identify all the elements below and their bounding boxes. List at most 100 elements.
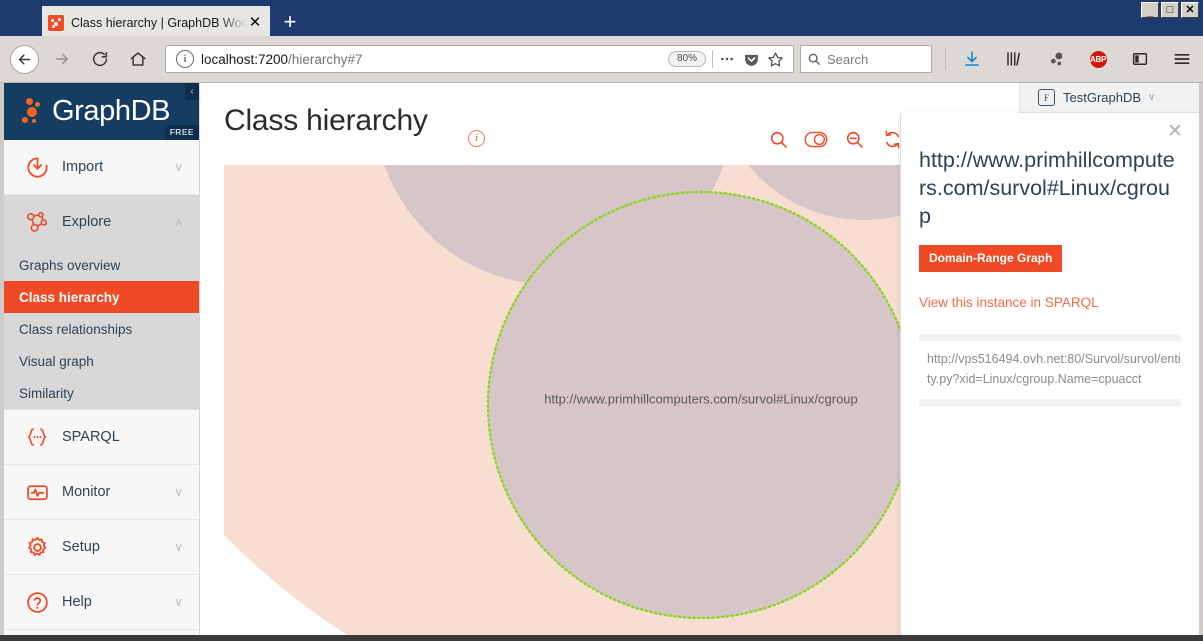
sidebar-item-explore[interactable]: Explore ∧	[4, 195, 199, 249]
sidebar-label-setup: Setup	[62, 539, 100, 555]
new-tab-button[interactable]: +	[277, 9, 303, 35]
search-input[interactable]: Search	[827, 52, 868, 67]
node-detail-panel: ✕ http://www.primhillcomputers.com/survo…	[900, 113, 1199, 635]
sidebar-collapse-button[interactable]: ‹	[185, 83, 199, 100]
forward-button[interactable]	[47, 44, 77, 74]
monitor-icon	[22, 480, 52, 505]
browser-tab[interactable]: Class hierarchy | GraphDB Workbench ✕	[42, 6, 270, 36]
graphdb-logo-icon	[20, 95, 54, 129]
selected-class-label: http://www.primhillcomputers.com/survol#…	[544, 391, 858, 406]
chevron-down-icon: ∨	[174, 540, 183, 554]
chevron-down-icon: ∨	[174, 485, 183, 499]
sidebar-label-sparql: SPARQL	[62, 429, 120, 445]
panel-divider	[919, 399, 1181, 407]
chevron-down-icon: ∨	[1148, 92, 1156, 103]
close-panel-button[interactable]: ✕	[1165, 121, 1185, 141]
import-icon	[22, 155, 52, 180]
maximize-button[interactable]: □	[1161, 2, 1179, 18]
graphdb-brand[interactable]: GraphDB ‹ FREE	[4, 83, 199, 140]
help-icon	[22, 590, 52, 615]
sidebar-item-graphs-overview[interactable]: Graphs overview	[4, 249, 199, 281]
sidebar-item-setup[interactable]: Setup ∨	[4, 520, 199, 574]
domain-range-graph-button[interactable]: Domain-Range Graph	[919, 244, 1063, 272]
window-border-bottom	[0, 635, 1203, 641]
home-button[interactable]	[123, 44, 153, 74]
url-text: localhost:7200/hierarchy#7	[201, 52, 668, 67]
sidebar-group-import: Import ∨	[4, 140, 199, 195]
sidebar-item-help[interactable]: Help ∨	[4, 575, 199, 629]
edition-badge: FREE	[164, 125, 199, 140]
gear-icon	[22, 535, 52, 560]
url-host: localhost:7200	[201, 51, 289, 67]
pocket-icon[interactable]	[739, 47, 763, 71]
tab-close-icon[interactable]: ✕	[246, 14, 264, 32]
info-icon[interactable]: i	[468, 130, 485, 147]
sidebar-label-explore: Explore	[62, 214, 112, 230]
instance-list-item[interactable]: http://vps516494.ovh.net:80/Survol/survo…	[919, 341, 1181, 399]
browser-toolbar: i localhost:7200/hierarchy#7 80% Search	[0, 36, 1203, 83]
panel-divider	[919, 333, 1181, 341]
sidebar-label-monitor: Monitor	[62, 484, 111, 500]
sidebar-item-similarity[interactable]: Similarity	[4, 377, 199, 409]
sidebar-item-class-relationships[interactable]: Class relationships	[4, 313, 199, 345]
sparql-icon	[22, 425, 52, 449]
title-bar: Class hierarchy | GraphDB Workbench ✕ + …	[0, 0, 1203, 36]
sidebar-group-explore: Explore ∧ Graphs overview Class hierarch…	[4, 195, 199, 410]
search-bar[interactable]: Search	[800, 45, 932, 73]
library-icon[interactable]	[999, 44, 1029, 74]
toggle-view-icon[interactable]	[804, 127, 828, 151]
adblock-badge: ABP	[1089, 50, 1107, 68]
tab-strip: Class hierarchy | GraphDB Workbench ✕ +	[0, 6, 1130, 36]
site-info-icon[interactable]: i	[176, 50, 194, 68]
repository-name: TestGraphDB	[1063, 90, 1142, 105]
zoom-out-icon[interactable]	[842, 127, 866, 151]
browser-window: Class hierarchy | GraphDB Workbench ✕ + …	[0, 0, 1203, 641]
sidebar-group-monitor: Monitor ∨	[4, 465, 199, 520]
explore-icon	[22, 209, 52, 236]
repository-selector[interactable]: F TestGraphDB ∨	[1019, 83, 1199, 113]
page-title: Class hierarchy	[224, 104, 428, 137]
hamburger-menu-icon[interactable]	[1167, 44, 1197, 74]
sidebar-item-import[interactable]: Import ∨	[4, 140, 199, 194]
minimize-button[interactable]: _	[1141, 2, 1159, 18]
chevron-up-icon: ∧	[174, 215, 183, 229]
synced-tabs-icon[interactable]	[1041, 44, 1071, 74]
sidebar-item-visual-graph[interactable]: Visual graph	[4, 345, 199, 377]
sidebar-label-help: Help	[62, 594, 92, 610]
zoom-in-icon[interactable]	[766, 127, 790, 151]
sidebar-item-sparql[interactable]: SPARQL	[4, 410, 199, 464]
back-button[interactable]	[10, 44, 39, 74]
graph-toolbar	[766, 127, 904, 151]
downloads-icon[interactable]	[957, 44, 987, 74]
tab-title: Class hierarchy | GraphDB Workbench	[71, 15, 246, 30]
close-window-button[interactable]: ✕	[1181, 2, 1199, 18]
toolbar-divider	[945, 48, 946, 70]
chevron-down-icon: ∨	[174, 160, 183, 174]
browser-tool-icons: ABP	[940, 44, 1203, 74]
chevron-down-icon: ∨	[174, 595, 183, 609]
minimize-icon: _	[1146, 6, 1154, 18]
address-bar[interactable]: i localhost:7200/hierarchy#7 80%	[165, 45, 794, 73]
sidebar-item-class-hierarchy[interactable]: Class hierarchy	[4, 281, 199, 313]
sidebar-label-import: Import	[62, 159, 104, 175]
search-icon	[807, 52, 821, 66]
zoom-level-badge[interactable]: 80%	[667, 51, 706, 67]
sidebar-group-sparql: SPARQL	[4, 410, 199, 465]
window-border-right	[1199, 83, 1203, 635]
url-path: /hierarchy#7	[288, 51, 363, 67]
view-in-sparql-link[interactable]: View this instance in SPARQL	[919, 295, 1181, 310]
page-actions-icon[interactable]	[715, 47, 739, 71]
sidebar-item-monitor[interactable]: Monitor ∨	[4, 465, 199, 519]
close-window-icon: ✕	[1185, 3, 1195, 16]
maximize-icon: □	[1166, 3, 1174, 16]
main-content: Class hierarchy i F TestGraphDB ∨ http:/…	[200, 83, 1199, 635]
reload-button[interactable]	[85, 44, 115, 74]
bookmark-star-icon[interactable]	[763, 47, 787, 71]
graphdb-favicon-icon	[48, 14, 64, 31]
page-viewport: GraphDB ‹ FREE Import ∨ Explore ∧ Graphs…	[4, 83, 1199, 635]
adblock-plus-icon[interactable]: ABP	[1083, 44, 1113, 74]
toolbar-divider	[712, 50, 713, 68]
app-sidebar: GraphDB ‹ FREE Import ∨ Explore ∧ Graphs…	[4, 83, 200, 635]
brand-name: GraphDB	[52, 95, 171, 127]
sidebar-icon[interactable]	[1125, 44, 1155, 74]
